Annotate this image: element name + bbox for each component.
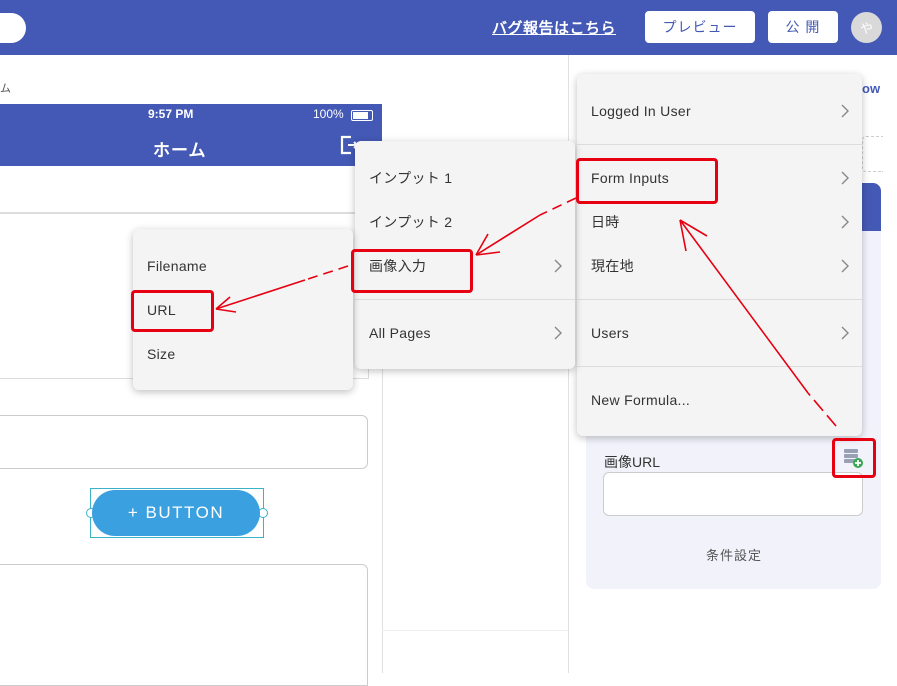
menu-item-label: インプット 1	[369, 170, 453, 186]
menu-item-datetime[interactable]: 日時	[577, 204, 862, 240]
highlight-image-input	[351, 249, 473, 293]
chevron-right-icon	[841, 171, 849, 185]
screen-title: ホーム	[153, 141, 207, 160]
phone-status-bar: 9:57 PM 100%	[0, 104, 382, 126]
menu-item-new-formula[interactable]: New Formula...	[577, 382, 862, 418]
chevron-right-icon	[554, 326, 562, 340]
add-button[interactable]: + BUTTON	[92, 490, 260, 536]
menu-item-label: 現在地	[591, 258, 634, 274]
chevron-right-icon	[554, 259, 562, 273]
preview-button[interactable]: プレビュー	[645, 11, 755, 43]
highlight-form-inputs	[576, 158, 718, 204]
menu-item-all-pages[interactable]: All Pages	[355, 315, 575, 351]
menu-item-logged-in-user[interactable]: Logged In User	[577, 93, 862, 129]
menu-separator	[577, 366, 862, 367]
menu-separator	[577, 299, 862, 300]
menu-item-input-2[interactable]: インプット 2	[355, 204, 575, 240]
canvas-label: ム	[0, 83, 11, 95]
menu-item-label: Users	[591, 325, 630, 341]
menu-item-label: 日時	[591, 214, 620, 230]
menu-separator	[355, 299, 575, 300]
tab-label[interactable]: ow	[862, 81, 880, 96]
image-url-input[interactable]	[603, 472, 863, 516]
avatar[interactable]: や	[851, 12, 882, 43]
image-url-label: 画像URL	[604, 454, 661, 470]
chevron-right-icon	[841, 326, 849, 340]
publish-button[interactable]: 公 開	[768, 11, 838, 43]
menu-separator	[577, 144, 862, 145]
chevron-right-icon	[841, 104, 849, 118]
text-input-field[interactable]	[0, 415, 368, 469]
menu-item-size[interactable]: Size	[133, 336, 353, 372]
menu-item-label: Size	[147, 346, 176, 362]
battery-icon	[351, 110, 373, 121]
chevron-right-icon	[841, 215, 849, 229]
menu-item-filename[interactable]: Filename	[133, 248, 353, 284]
data-source-menu: Logged In User Form Inputs 日時 現在地 Users …	[577, 74, 862, 436]
panel-field[interactable]	[862, 136, 883, 172]
condition-settings-link[interactable]: 条件設定	[706, 545, 762, 564]
menu-item-label: インプット 2	[369, 214, 453, 230]
phone-header: ホーム	[0, 126, 382, 166]
highlight-database-icon	[832, 438, 876, 478]
textarea-field[interactable]	[0, 564, 368, 686]
status-time: 9:57 PM	[148, 107, 194, 121]
menu-item-input-1[interactable]: インプット 1	[355, 160, 575, 196]
bug-report-link[interactable]: バグ報告はこちら	[492, 17, 616, 38]
chevron-right-icon	[841, 259, 849, 273]
search-input[interactable]	[0, 13, 26, 43]
menu-item-label: New Formula...	[591, 392, 691, 408]
menu-item-users[interactable]: Users	[577, 315, 862, 351]
status-battery: 100%	[313, 107, 344, 121]
menu-item-label: Filename	[147, 258, 207, 274]
menu-item-label: Logged In User	[591, 103, 691, 119]
highlight-url	[131, 290, 214, 332]
divider	[382, 630, 569, 631]
menu-item-label: All Pages	[369, 325, 431, 341]
top-bar: バグ報告はこちら プレビュー 公 開 や	[0, 0, 897, 55]
menu-item-current-location[interactable]: 現在地	[577, 248, 862, 284]
properties-panel-header	[860, 183, 881, 231]
